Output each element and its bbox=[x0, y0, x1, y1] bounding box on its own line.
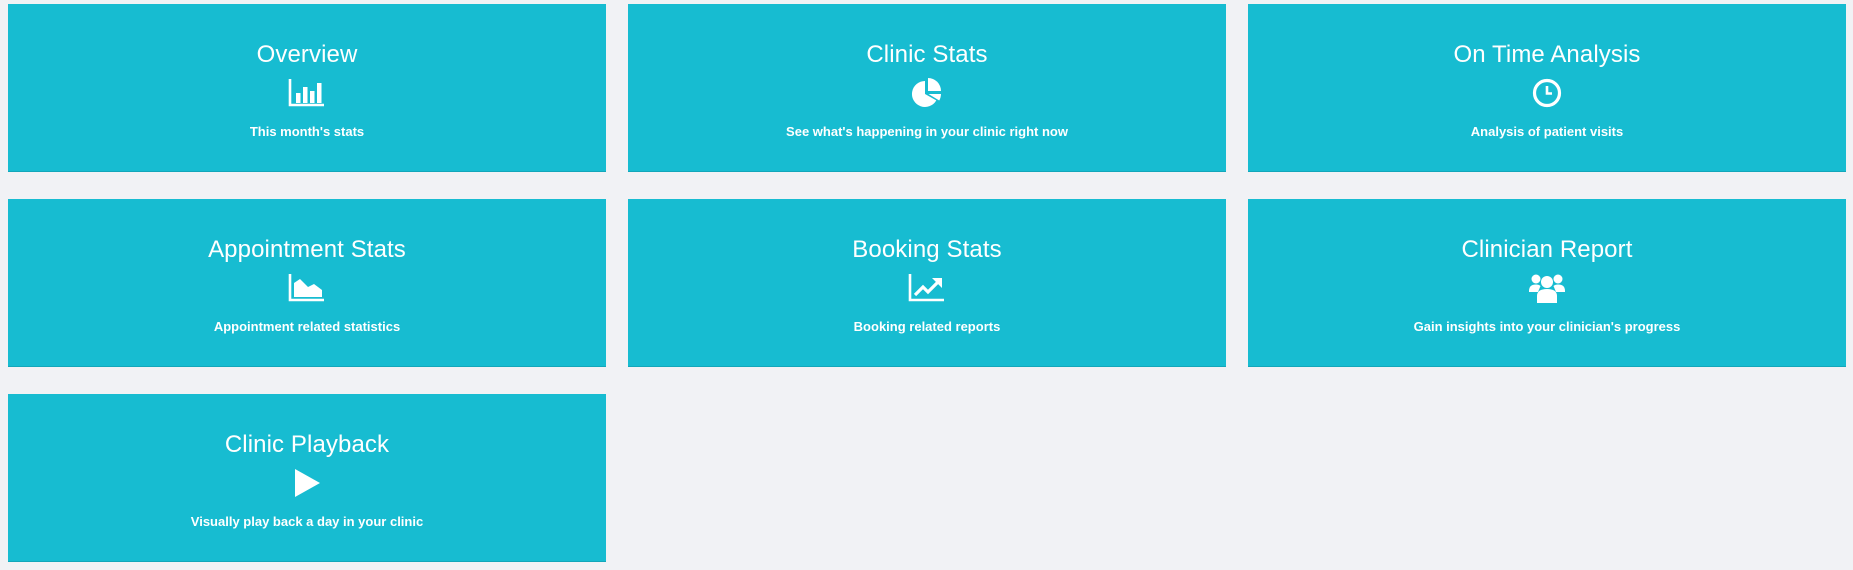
report-cards-grid: Overview This month's stats Clinic Stats… bbox=[8, 4, 1846, 562]
area-chart-icon bbox=[287, 271, 327, 305]
users-group-icon bbox=[1527, 271, 1567, 305]
line-chart-trending-up-icon bbox=[907, 271, 947, 305]
on-time-analysis-card[interactable]: On Time Analysis Analysis of patient vis… bbox=[1248, 4, 1846, 172]
card-description: Visually play back a day in your clinic bbox=[190, 514, 424, 529]
appointment-stats-card[interactable]: Appointment Stats Appointment related st… bbox=[8, 199, 606, 367]
card-description: Booking related reports bbox=[853, 319, 1001, 334]
card-description: Appointment related statistics bbox=[213, 319, 401, 334]
card-description: This month's stats bbox=[249, 124, 365, 139]
card-title: Clinic Playback bbox=[224, 431, 390, 458]
card-description: See what's happening in your clinic righ… bbox=[786, 124, 1068, 139]
card-title: Booking Stats bbox=[852, 236, 1002, 263]
card-description: Analysis of patient visits bbox=[1470, 124, 1624, 139]
bar-chart-icon bbox=[287, 76, 327, 110]
booking-stats-card[interactable]: Booking Stats Booking related reports bbox=[628, 199, 1226, 367]
pie-chart-icon bbox=[907, 76, 947, 110]
card-title: Appointment Stats bbox=[208, 236, 406, 263]
play-icon bbox=[287, 466, 327, 500]
card-title: Clinician Report bbox=[1461, 236, 1633, 263]
clinic-playback-card[interactable]: Clinic Playback Visually play back a day… bbox=[8, 394, 606, 562]
clock-icon bbox=[1527, 76, 1567, 110]
card-title: Clinic Stats bbox=[866, 41, 988, 68]
clinic-stats-card[interactable]: Clinic Stats See what's happening in you… bbox=[628, 4, 1226, 172]
card-title: Overview bbox=[256, 41, 358, 68]
clinician-report-card[interactable]: Clinician Report Gain insights into your… bbox=[1248, 199, 1846, 367]
card-title: On Time Analysis bbox=[1453, 41, 1641, 68]
card-description: Gain insights into your clinician's prog… bbox=[1413, 319, 1681, 334]
overview-card[interactable]: Overview This month's stats bbox=[8, 4, 606, 172]
